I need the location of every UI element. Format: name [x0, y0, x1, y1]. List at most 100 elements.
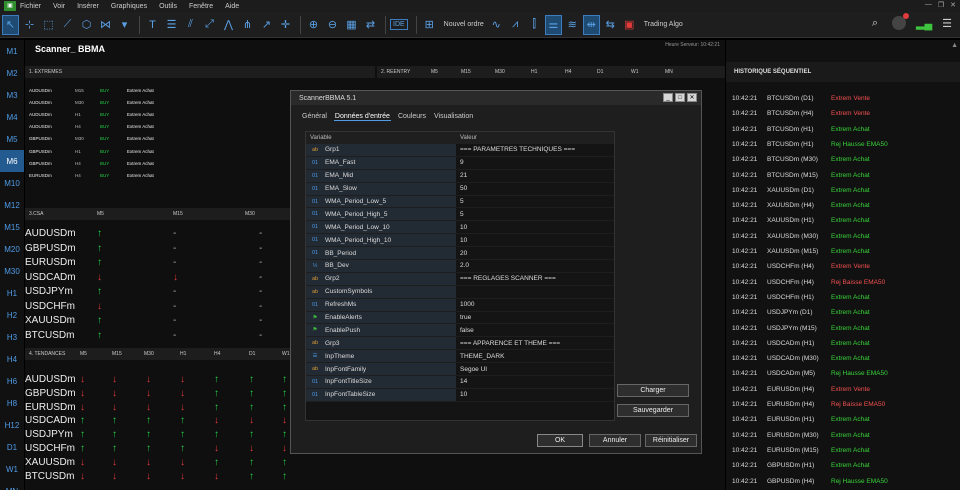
search-icon[interactable]: ⌕: [868, 17, 882, 30]
grid-icon[interactable]: ▦: [343, 15, 360, 35]
timeframe-h4[interactable]: H4: [0, 348, 24, 370]
param-row[interactable]: ⚑ EnablePush false: [306, 324, 614, 338]
shapes-icon[interactable]: ⬡: [78, 15, 95, 35]
account-avatar[interactable]: [892, 13, 909, 30]
reset-button[interactable]: Réinitialiser: [645, 434, 697, 447]
zoom-in-icon[interactable]: ⊕: [305, 15, 322, 35]
tab-general[interactable]: Général: [301, 113, 328, 121]
param-value[interactable]: === REGLAGES SCANNER ===: [456, 273, 614, 285]
pitchfork-icon[interactable]: ⋔: [239, 15, 256, 35]
param-value[interactable]: === APPARENCE ET THEME ===: [456, 337, 614, 349]
param-row[interactable]: 01 EMA_Fast 9: [306, 156, 614, 170]
param-row[interactable]: 01 BB_Period 20: [306, 247, 614, 261]
param-row[interactable]: ab CustomSymbols: [306, 285, 614, 299]
tab-visualization[interactable]: Visualisation: [433, 113, 474, 121]
trend-tool-icon[interactable]: ⟋: [59, 15, 76, 35]
param-row[interactable]: 01 InpFontTitleSize 14: [306, 376, 614, 389]
param-row[interactable]: ab Grp1 === PARAMETRES TECHNIQUES ===: [306, 144, 614, 157]
param-row[interactable]: ab InpFontFamily Segoe UI: [306, 363, 614, 377]
maximize-icon[interactable]: □: [675, 93, 685, 102]
crosshair-icon[interactable]: ⊹: [21, 15, 38, 35]
timeframe-m1[interactable]: M1: [0, 40, 24, 62]
param-row[interactable]: ab Grp3 === APPARENCE ET THEME ===: [306, 337, 614, 351]
algo-trading-button[interactable]: Trading Algo: [644, 21, 683, 28]
new-order-icon[interactable]: ⊞: [421, 15, 438, 35]
menu-insert[interactable]: Insérer: [77, 3, 99, 10]
timeframe-m20[interactable]: M20: [0, 238, 24, 260]
menu-file[interactable]: Fichier: [20, 3, 41, 10]
arrow-tool-icon[interactable]: ↗: [258, 15, 275, 35]
close-icon[interactable]: ✕: [687, 93, 697, 102]
param-row[interactable]: ⚑ EnableAlerts true: [306, 311, 614, 325]
timeframe-m6[interactable]: M6: [0, 150, 24, 172]
timeframe-m15[interactable]: M15: [0, 216, 24, 238]
menu-tools[interactable]: Outils: [159, 3, 177, 10]
chart-shift-icon[interactable]: ≋: [564, 15, 581, 35]
param-value[interactable]: 50: [456, 183, 614, 195]
text-tool-icon[interactable]: T: [144, 15, 161, 35]
bar-chart-icon[interactable]: ⚌: [544, 14, 562, 35]
timeframe-h6[interactable]: H6: [0, 370, 24, 392]
param-value[interactable]: 1000: [456, 299, 614, 311]
param-value[interactable]: 5: [456, 208, 614, 220]
menu-icon[interactable]: ☰: [940, 17, 954, 30]
scroll-up-icon[interactable]: ▲: [951, 42, 958, 49]
ok-button[interactable]: OK: [537, 434, 583, 447]
zoom-area-icon[interactable]: ⬚: [40, 15, 57, 35]
timeframe-m4[interactable]: M4: [0, 106, 24, 128]
timeframe-m12[interactable]: M12: [0, 194, 24, 216]
timeframe-m10[interactable]: M10: [0, 172, 24, 194]
param-value[interactable]: 10: [456, 221, 614, 233]
timeframe-m2[interactable]: M2: [0, 62, 24, 84]
param-row[interactable]: 01 WMA_Period_High_10 10: [306, 234, 614, 248]
menu-view[interactable]: Voir: [53, 3, 65, 10]
menu-charts[interactable]: Graphiques: [111, 3, 147, 10]
timeframe-h8[interactable]: H8: [0, 392, 24, 414]
indicators-icon[interactable]: ⇄: [362, 15, 379, 35]
signal-strength-icon[interactable]: ▂▄: [916, 17, 932, 30]
channel-icon[interactable]: ⫽: [182, 15, 199, 35]
param-value[interactable]: 10: [456, 389, 614, 401]
pattern-icon[interactable]: ⋈: [97, 15, 114, 35]
param-row[interactable]: ½ BB_Dev 2.0: [306, 260, 614, 273]
cursor-icon[interactable]: ↖: [2, 14, 19, 35]
timeframe-w1[interactable]: W1: [0, 458, 24, 480]
timeframe-m3[interactable]: M3: [0, 84, 24, 106]
menu-help[interactable]: Aide: [225, 3, 239, 10]
timeframe-h1[interactable]: H1: [0, 282, 24, 304]
candle-chart-icon[interactable]: ⫿: [526, 15, 543, 35]
close-icon[interactable]: ✕: [950, 1, 956, 9]
line-chart-icon[interactable]: ∿: [488, 15, 505, 35]
param-row[interactable]: 01 WMA_Period_Low_10 10: [306, 221, 614, 235]
param-row[interactable]: ab Grp2 === REGLAGES SCANNER ===: [306, 272, 614, 286]
timeframe-m30[interactable]: M30: [0, 260, 24, 282]
ide-button[interactable]: IDE: [390, 19, 408, 30]
tab-colors[interactable]: Couleurs: [397, 113, 427, 121]
param-row[interactable]: 01 WMA_Period_High_5 5: [306, 208, 614, 222]
timeframe-h3[interactable]: H3: [0, 326, 24, 348]
param-value[interactable]: 14: [456, 376, 614, 388]
menu-window[interactable]: Fenêtre: [189, 3, 213, 10]
save-button[interactable]: Sauvegarder: [617, 404, 689, 417]
param-row[interactable]: 01 EMA_Mid 21: [306, 169, 614, 183]
param-row[interactable]: ☰ InpTheme THEME_DARK: [306, 350, 614, 364]
param-value[interactable]: 9: [456, 157, 614, 169]
param-value[interactable]: 5: [456, 196, 614, 208]
param-value[interactable]: [456, 286, 614, 298]
gann-icon[interactable]: ⤢: [201, 15, 218, 35]
elliott-icon[interactable]: ⋀: [220, 15, 237, 35]
zoom-out-icon[interactable]: ⊖: [324, 15, 341, 35]
param-row[interactable]: 01 InpFontTableSize 10: [306, 388, 614, 402]
param-value[interactable]: 20: [456, 247, 614, 259]
signal-icon[interactable]: ⩘: [507, 15, 524, 35]
timeframe-d1[interactable]: D1: [0, 436, 24, 458]
load-button[interactable]: Charger: [617, 384, 689, 397]
fibo-icon[interactable]: ☰: [163, 15, 180, 35]
minimize-icon[interactable]: _: [663, 93, 673, 102]
cross-tool-icon[interactable]: ✛: [277, 15, 294, 35]
timeframe-h12[interactable]: H12: [0, 414, 24, 436]
tab-inputs[interactable]: Données d'entrée: [333, 113, 391, 121]
param-value[interactable]: 2.0: [456, 260, 614, 272]
restore-icon[interactable]: ❐: [938, 1, 944, 9]
dialog-titlebar[interactable]: ScannerBBMA 5.1 _ □ ✕: [291, 91, 701, 105]
